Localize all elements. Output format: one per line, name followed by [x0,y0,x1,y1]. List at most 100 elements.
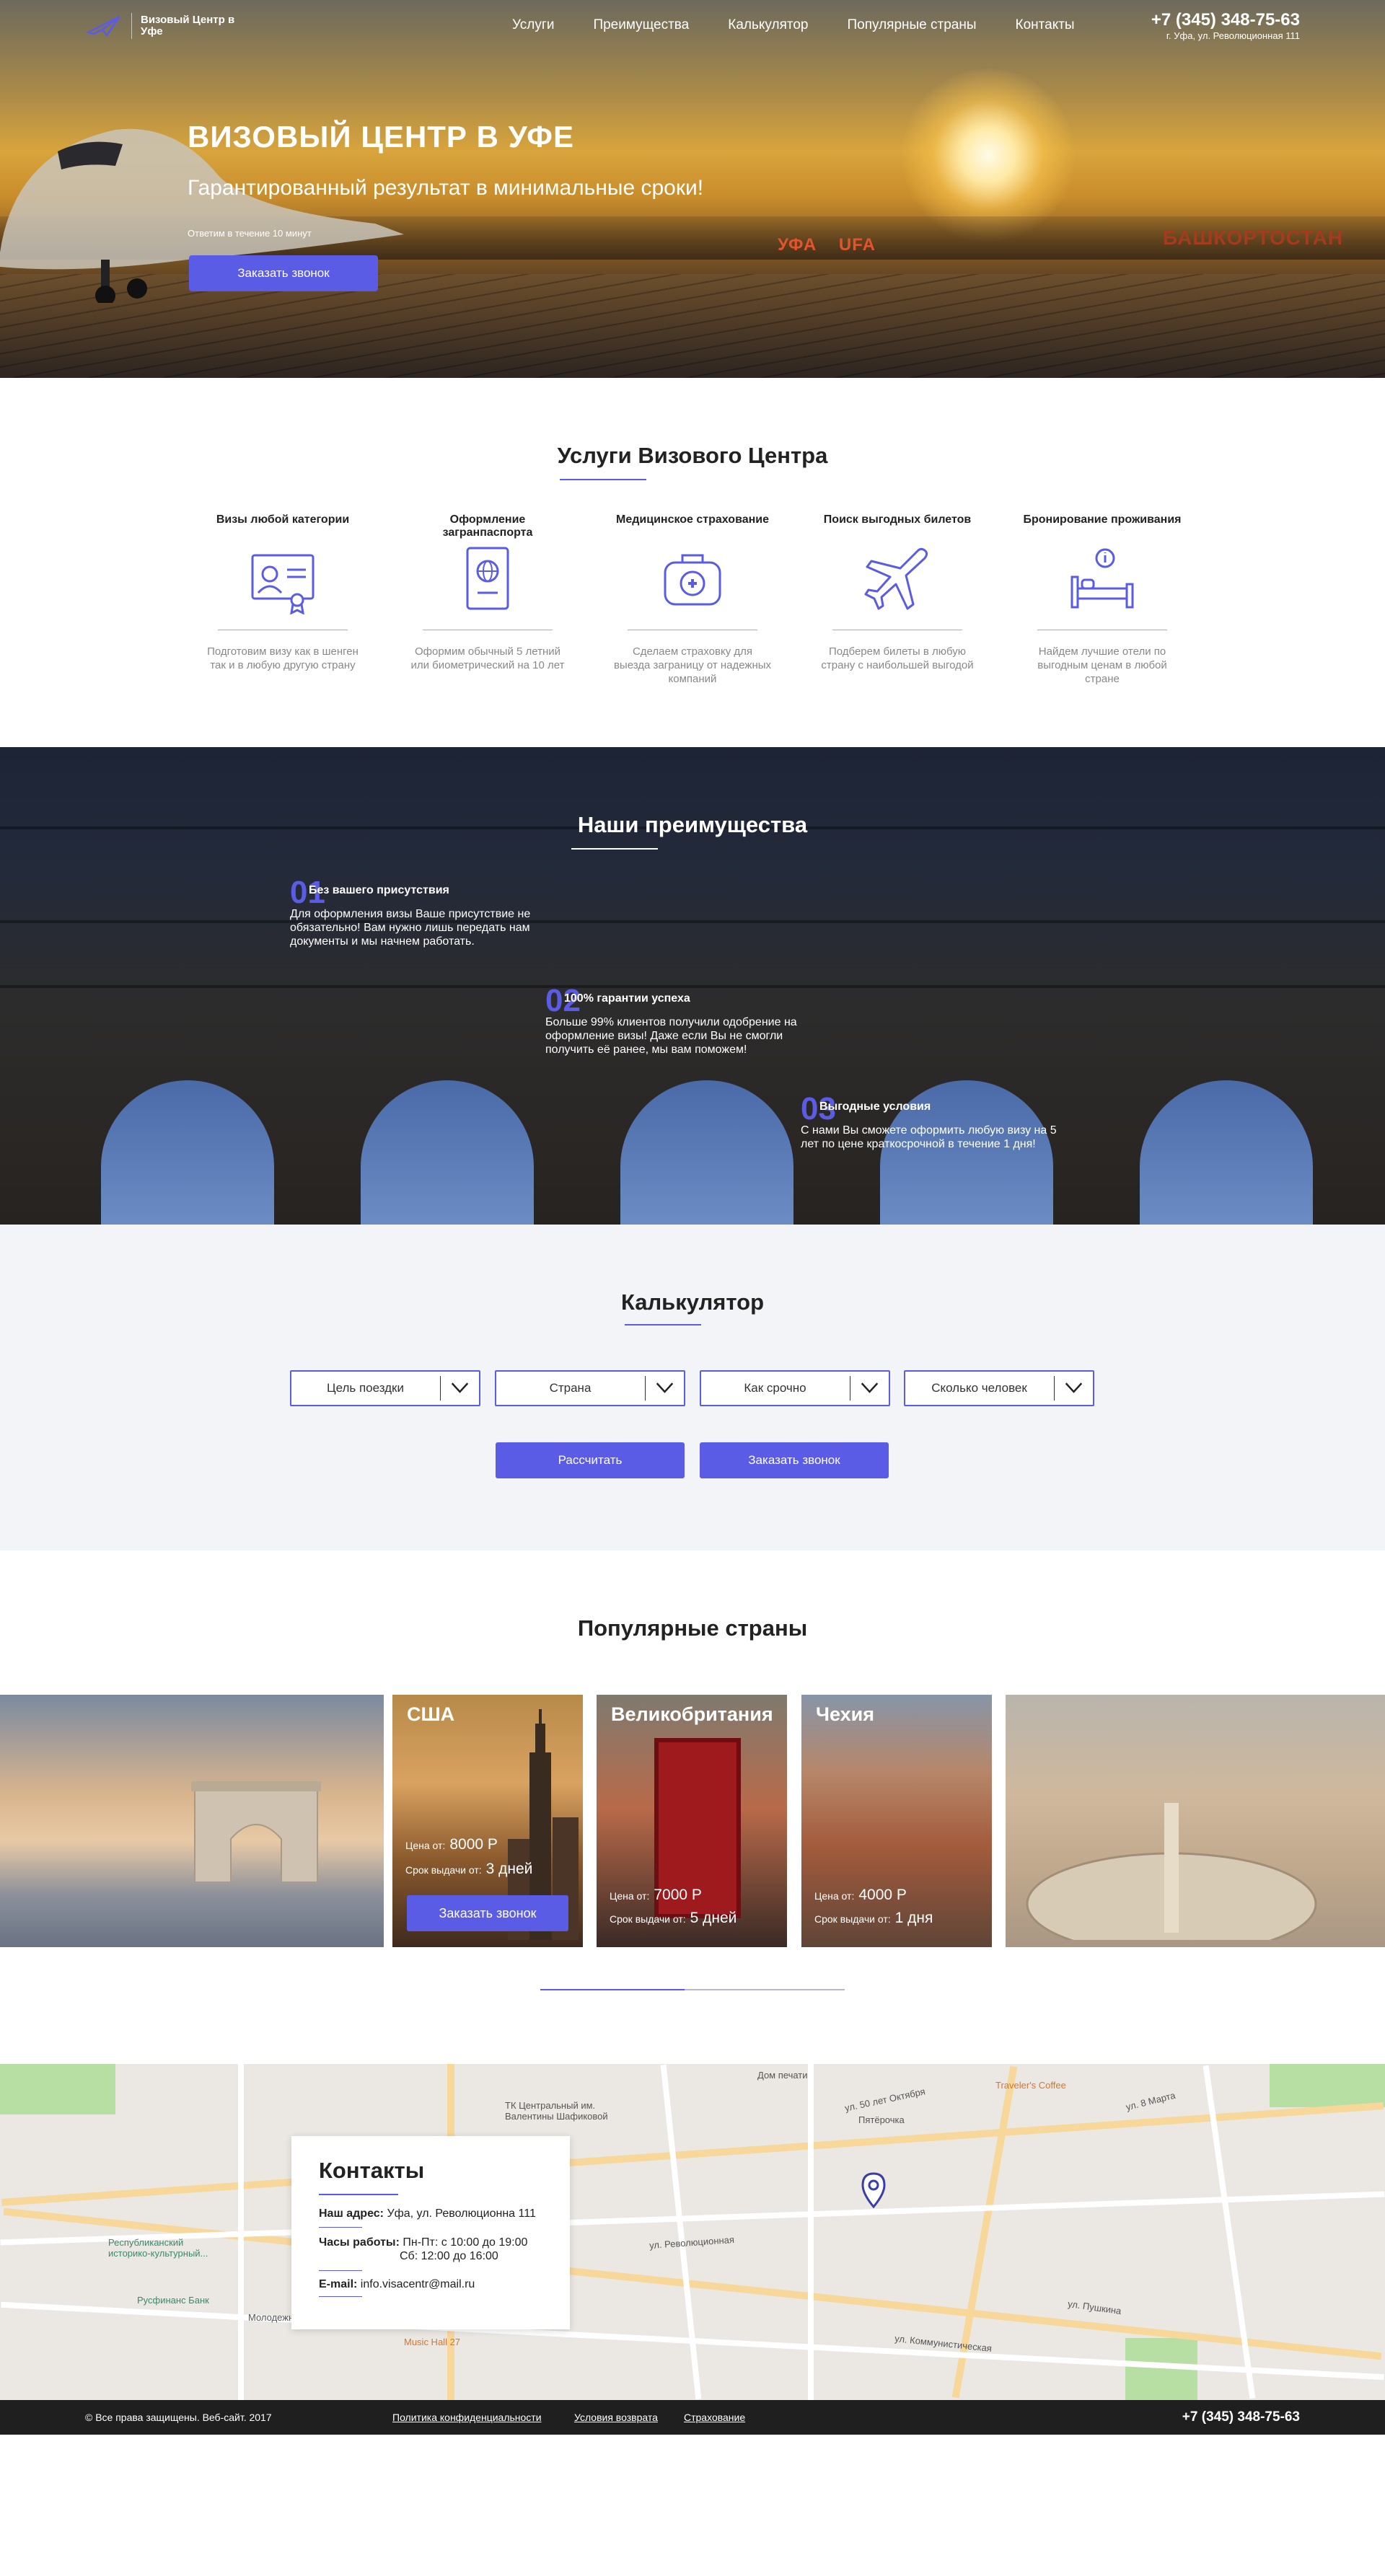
slider-pager-active[interactable] [540,1989,685,1990]
country-price: Цена от: 8000 Р [405,1836,498,1853]
map-label: Республиканский историко-культурный... [108,2237,208,2259]
map[interactable]: Дом печати ТК Центральный им. Валентины … [0,2064,1385,2400]
menu-item-contacts[interactable]: Контакты [1016,17,1075,33]
country-order-button[interactable]: Заказать звонок [407,1895,568,1931]
service-text: Сделаем страховку для выезда заграницу о… [613,645,772,685]
calculator-section [0,1225,1385,1551]
footer-link-refund[interactable]: Условия возврата [574,2412,658,2423]
contacts-email: E-mail: info.visacentr@mail.ru [319,2278,475,2290]
logo[interactable]: Визовый Центр в Уфе [85,13,242,39]
advantage-text: С нами Вы сможете оформить любую визу на… [801,1124,1057,1150]
calculate-button[interactable]: Рассчитать [496,1442,685,1478]
footer: © Все права защищены. Веб-сайт. 2017 Пол… [0,2400,1385,2435]
service-title: Визы любой категории [216,513,350,526]
slider-pager-track[interactable] [685,1989,845,1990]
chevron-down-icon [1054,1376,1083,1401]
service-title: Оформление загранпаспорта [442,513,533,539]
sun-glow [902,69,1075,242]
select-country[interactable]: Страна [495,1370,685,1406]
country-term: Срок выдачи от: 3 дней [405,1861,533,1877]
service-title: Медицинское страхование [616,513,769,526]
map-label: ул. 8 Марта [1125,2089,1177,2113]
airplane-logo-icon [85,15,121,38]
chevron-down-icon [440,1376,469,1401]
select-value: Сколько человек [931,1381,1027,1395]
country-card-usa[interactable]: США Цена от: 8000 Р Срок выдачи от: 3 дней… [392,1695,583,1947]
email-link[interactable]: info.visacentr@mail.ru [361,2278,475,2290]
menu-item-calculator[interactable]: Калькулятор [728,17,808,33]
service-title: Поиск выгодных билетов [823,513,972,526]
countries-title: Популярные страны [577,1615,808,1641]
country-name: Чехия [816,1703,874,1725]
map-label: Traveler's Coffee [995,2080,1066,2091]
map-label: Пятёрочка [858,2114,905,2125]
contacts-card: Контакты Наш адрес: Уфа, ул. Революционн… [291,2136,570,2329]
bashkortostan-sign: БАШКОРТОСТАН [1163,226,1344,249]
medical-kit-icon [664,554,721,606]
advantage-text: Для оформления визы Ваше присутствие не … [290,908,531,948]
main-menu: Услуги Преимущества Калькулятор Популярн… [512,17,1114,33]
advantage-title: Выгодные условия [819,1100,931,1113]
uf-sign: УФА UFA [778,235,876,255]
service-title: Бронирование проживания [1023,513,1182,526]
footer-phone[interactable]: +7 (345) 348-75-63 [1182,2409,1300,2425]
chevron-down-icon [645,1376,674,1401]
contacts-hours: Часы работы: Пн-Пт: с 10:00 до 19:00 Сб: … [319,2236,528,2262]
country-name: Великобритания [611,1703,773,1725]
header-address: г. Уфа, ул. Революционная 111 [1166,30,1300,41]
map-label: ул. Пушкина [1067,2298,1122,2317]
bed-icon [1070,548,1134,609]
select-urgency[interactable]: Как срочно [700,1370,890,1406]
contacts-title: Контакты [319,2158,425,2183]
select-people-count[interactable]: Сколько человек [904,1370,1094,1406]
country-term: Срок выдачи от: 5 дней [610,1910,737,1926]
country-card-italy[interactable] [1006,1695,1385,1947]
service-insurance: Медицинское страхование Сделаем страховк… [613,513,772,686]
map-label: ТК Центральный им. Валентины Шафиковой [505,2100,608,2122]
menu-item-services[interactable]: Услуги [512,17,554,33]
st-peters-square-image [1026,1803,1317,1940]
passport-icon [466,547,509,610]
arc-de-triomphe-image [191,1781,321,1882]
service-text: Подберем билеты в любую страну с наиболь… [821,645,974,671]
services-underline [560,479,646,480]
top-nav: Визовый Центр в Уфе Услуги Преимущества … [0,0,1385,52]
advantage-title: 100% гарантии успеха [564,992,690,1005]
airplane-icon [864,547,928,610]
country-card-czech[interactable]: Чехия Цена от: 4000 Р Срок выдачи от: 1 дн… [801,1695,992,1947]
service-visas: Визы любой категории Подготовим визу как… [203,513,362,672]
menu-item-countries[interactable]: Популярные страны [848,17,977,33]
calculator-title: Калькулятор [620,1289,765,1315]
advantages-section: Наши преимущества 01 Без вашего присутст… [0,747,1385,1225]
service-tickets: Поиск выгодных билетов Подберем билеты в… [818,513,977,672]
select-value: Как срочно [744,1381,806,1395]
map-pin-icon[interactable] [861,2172,886,2208]
advantage-text: Больше 99% клиентов получили одобрение н… [545,1016,797,1056]
country-card-france[interactable] [0,1695,384,1947]
country-card-uk[interactable]: Великобритания Цена от: 7000 Р Срок выдач… [597,1695,787,1947]
footer-link-insurance[interactable]: Страхование [684,2412,745,2423]
chevron-down-icon [850,1376,879,1401]
map-label: ул. Революционная [648,2233,735,2251]
hero-subtitle: Гарантированный результат в минимальные … [188,176,704,200]
service-text: Найдем лучшие отели по выгодным ценам в … [1037,645,1167,685]
select-trip-purpose[interactable]: Цель поездки [290,1370,480,1406]
hero-title: ВИЗОВЫЙ ЦЕНТР В УФЕ [188,120,575,154]
map-label: ул. 50 лет Октября [843,2086,926,2114]
header-phone[interactable]: +7 (345) 348-75-63 [1151,10,1300,30]
contacts-underline [319,2194,398,2195]
hero-call-button[interactable]: Заказать звонок [189,255,378,291]
hero-note: Ответим в течение 10 минут [188,228,312,239]
map-label: Дом печати [757,2070,808,2081]
calculator-call-button[interactable]: Заказать звонок [700,1442,889,1478]
hero-section: УФА UFA БАШКОРТОСТАН Визовый Центр в Уфе… [0,0,1385,378]
select-value: Страна [549,1381,592,1395]
calculator-underline [625,1324,701,1326]
service-hotels: Бронирование проживания Найдем лучшие от… [1023,513,1182,686]
footer-link-privacy[interactable]: Политика конфиденциальности [392,2412,542,2423]
menu-item-advantages[interactable]: Преимущества [593,17,689,33]
select-value: Цель поездки [327,1381,404,1395]
service-passport: Оформление загранпаспорта Оформим обычны… [408,513,567,672]
map-label: Русфинанс Банк [137,2295,209,2306]
logo-text: Визовый Центр в Уфе [141,14,235,38]
